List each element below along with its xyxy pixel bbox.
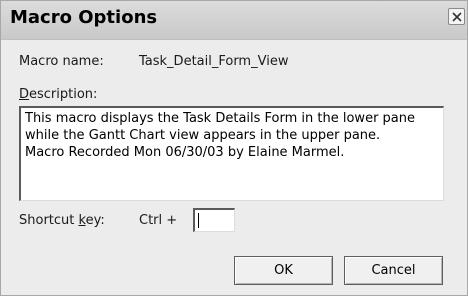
dialog-title: Macro Options <box>10 7 158 28</box>
macro-name-label: Macro name: <box>19 54 104 69</box>
description-label: Description: <box>19 87 97 102</box>
title-bar[interactable]: Macro Options <box>1 1 467 40</box>
description-label-accelerator: D <box>19 87 30 102</box>
text-caret <box>198 213 199 228</box>
description-line: Macro Recorded Mon 06/30/03 by Elaine Ma… <box>25 145 345 160</box>
ok-button[interactable]: OK <box>234 256 333 285</box>
ctrl-modifier-label: Ctrl + <box>139 213 178 228</box>
cancel-button[interactable]: Cancel <box>344 256 443 285</box>
shortcut-label-rest: ey: <box>85 213 105 228</box>
shortcut-label-accelerator: k <box>78 213 86 228</box>
close-button[interactable] <box>448 8 465 25</box>
macro-options-dialog: Macro Options Macro name: Task_Detail_Fo… <box>0 0 468 296</box>
description-line: while the Gantt Chart view appears in th… <box>25 128 381 143</box>
shortcut-key-label: Shortcut key: <box>19 213 105 228</box>
description-line: This macro displays the Task Details For… <box>25 111 415 126</box>
description-label-rest: escription: <box>29 87 98 102</box>
close-icon <box>452 12 462 22</box>
shortcut-key-input[interactable] <box>193 208 235 232</box>
macro-name-value: Task_Detail_Form_View <box>139 54 289 69</box>
description-textarea[interactable]: This macro displays the Task Details For… <box>19 106 444 201</box>
shortcut-label-prefix: Shortcut <box>19 213 79 228</box>
